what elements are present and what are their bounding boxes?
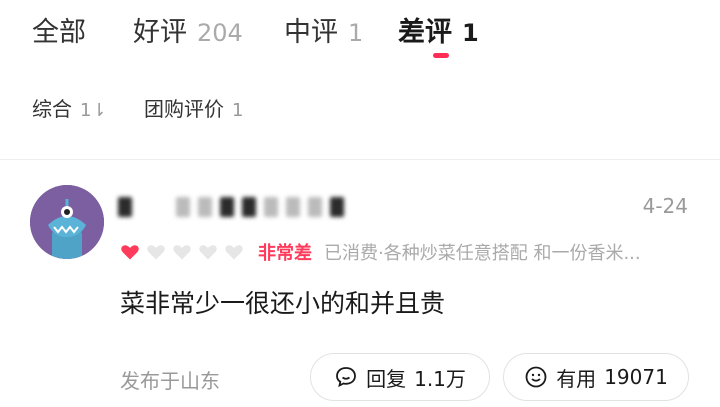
reply-count: 1.1万 — [414, 366, 466, 391]
reply-label: 回复 — [366, 366, 407, 391]
heart-empty-icon — [147, 245, 165, 260]
heart-filled-icon — [121, 245, 139, 260]
tab-count: 1 — [348, 19, 364, 47]
review-text: 菜非常少一很还小的和并且贵 — [120, 289, 446, 318]
review-tabs: 全部 好评 204 中评 1 差评 1 — [0, 0, 720, 70]
tab-positive[interactable]: 好评 204 — [133, 10, 243, 50]
useful-count: 19071 — [604, 365, 668, 389]
post-location: 发布于山东 — [120, 369, 220, 393]
monster-avatar-icon — [30, 185, 104, 259]
redaction-block — [118, 197, 132, 217]
heart-empty-icon — [173, 245, 191, 260]
redaction-block — [308, 197, 322, 217]
redaction-block — [242, 197, 256, 217]
filter-comprehensive[interactable]: 综合 1⇂ — [32, 93, 107, 122]
redaction-block — [176, 197, 190, 217]
redaction-block — [286, 197, 300, 217]
username-redacted — [118, 193, 344, 221]
useful-label: 有用 — [556, 366, 597, 391]
tab-label: 差评 — [398, 17, 452, 48]
redaction-block — [264, 197, 278, 217]
smiley-icon — [525, 366, 547, 388]
tab-neutral[interactable]: 中评 1 — [284, 10, 363, 50]
filter-label: 综合 — [32, 97, 72, 121]
tab-count: 204 — [197, 19, 243, 47]
tab-count: 1 — [462, 19, 479, 47]
heart-empty-icon — [199, 245, 217, 260]
redaction-block — [198, 197, 212, 217]
filter-label: 团购评价 — [144, 97, 224, 121]
tab-label: 好评 — [133, 17, 187, 48]
tab-label: 全部 — [32, 17, 86, 48]
review-date: 4-24 — [642, 194, 688, 218]
tab-all[interactable]: 全部 — [32, 10, 86, 50]
reply-button[interactable]: 回复 1.1万 — [310, 353, 490, 401]
consumption-detail: 已消费·各种炒菜任意搭配 和一份香米... — [324, 243, 641, 264]
useful-button[interactable]: 有用 19071 — [503, 353, 689, 401]
rating-row: 非常差 已消费·各种炒菜任意搭配 和一份香米... — [120, 239, 641, 265]
heart-empty-icon — [225, 245, 243, 260]
filter-group-buy[interactable]: 团购评价 1 — [144, 93, 243, 122]
comment-bubble-icon — [336, 367, 356, 388]
redaction-block — [220, 197, 234, 217]
rating-label: 非常差 — [258, 243, 312, 264]
redaction-block — [330, 197, 344, 217]
tab-negative[interactable]: 差评 1 — [398, 10, 479, 50]
active-tab-indicator — [433, 53, 449, 58]
avatar[interactable] — [30, 185, 104, 259]
sub-filters: 综合 1⇂ 团购评价 1 — [0, 88, 720, 128]
filter-count: 1⇂ — [80, 100, 107, 121]
divider — [0, 159, 720, 160]
tab-label: 中评 — [284, 17, 338, 48]
filter-count: 1 — [232, 100, 244, 121]
